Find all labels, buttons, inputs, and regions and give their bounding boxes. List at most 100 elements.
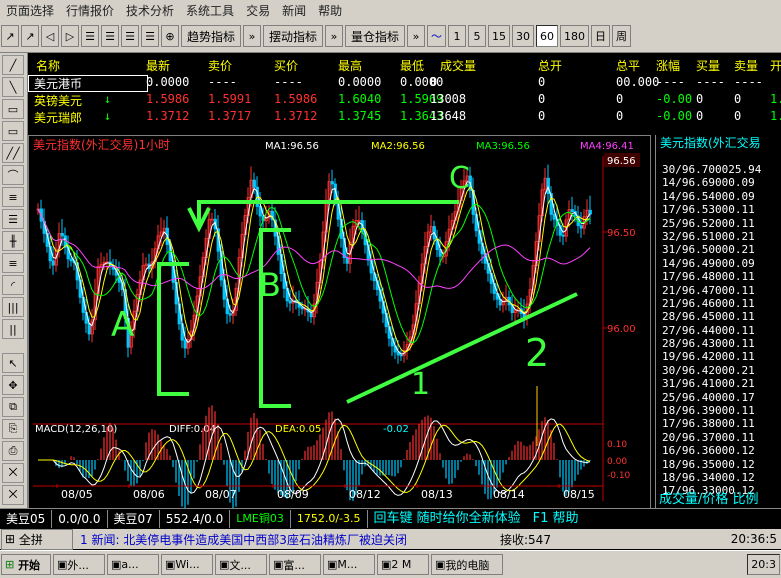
rect2-tool-icon[interactable]: ▭ xyxy=(2,121,24,141)
macd-tick: -0.10 xyxy=(607,471,631,481)
status-symbol-2[interactable]: 美豆07 xyxy=(108,510,160,528)
ray-tool-icon[interactable]: ╲ xyxy=(2,77,24,97)
price-chart[interactable]: 美元指数(外汇交易)1小时 MA1:96.56 MA2:96.56 MA3:96.56… xyxy=(29,136,650,519)
zoom-icon[interactable]: ⊕ xyxy=(161,25,179,47)
quote-cell-askvol: ---- xyxy=(734,75,763,89)
period-button-7[interactable]: 周 xyxy=(612,25,632,47)
period-button-5[interactable]: 180 xyxy=(560,25,590,47)
menu-item-4[interactable]: 交易 xyxy=(240,2,276,19)
tick-row: 16/96.36000.12 xyxy=(656,444,781,457)
more-button-3[interactable]: » xyxy=(407,25,426,47)
oscillator-indicator-button[interactable]: 摆动指标 xyxy=(263,25,324,47)
quote-row[interactable]: 美元港币 0.0000 ---- ---- 0.0000 0.0000 0 0 00.000 --… xyxy=(28,75,763,92)
copy-icon[interactable]: ⧉ xyxy=(2,397,24,417)
taskbar-item[interactable]: ▣ Wi... xyxy=(161,554,213,575)
fib-tool-icon[interactable]: ≡ xyxy=(2,187,24,207)
bar4-icon[interactable]: ☰ xyxy=(141,25,159,47)
news-ticker[interactable]: 1 新闻: 北美停电事件造成美国中西部3座石油精炼厂被迫关闭 xyxy=(74,531,500,548)
period-button-3[interactable]: 30 xyxy=(512,25,535,47)
more-button-2[interactable]: » xyxy=(325,25,344,47)
period-button-4[interactable]: 60 xyxy=(536,25,559,47)
draw-icon[interactable]: ↗ xyxy=(1,25,19,47)
paste-icon[interactable]: ⎘ xyxy=(2,419,24,439)
scroll-right-icon[interactable]: ▷ xyxy=(61,25,79,47)
status-symbol-1[interactable]: 美豆05 xyxy=(0,510,53,528)
lines-tool-icon[interactable]: ≡ xyxy=(2,253,24,273)
more-button-1[interactable]: » xyxy=(243,25,262,47)
taskbar-item[interactable]: ▣ M... xyxy=(323,554,375,575)
quote-cell-high: 1.6040 xyxy=(338,92,382,106)
menu-item-5[interactable]: 新闻 xyxy=(276,2,312,19)
candle xyxy=(552,214,556,220)
tick-volume: 0.17 xyxy=(728,390,755,404)
taskbar-label: 外... xyxy=(67,558,89,572)
tick-price: 14/96.4900 xyxy=(662,256,729,270)
period-button-2[interactable]: 15 xyxy=(488,25,511,47)
vbar-tool-icon[interactable]: ||| xyxy=(2,297,24,317)
bar3-icon[interactable]: ☰ xyxy=(121,25,139,47)
menu-item-1[interactable]: 行情报价 xyxy=(60,2,120,19)
bar-icon[interactable]: ☰ xyxy=(81,25,99,47)
delete-icon[interactable]: ⨉ xyxy=(2,463,24,483)
circle-tool-icon[interactable]: ◜ xyxy=(2,275,24,295)
tick-row: 25/96.52000.11 xyxy=(656,217,781,230)
ime-indicator[interactable]: ⊞ 全拼 xyxy=(1,528,73,550)
tick-volume: 0.11 xyxy=(728,337,755,351)
cross-tool-icon[interactable]: ╫ xyxy=(2,231,24,251)
start-button[interactable]: ⊞ 开始 xyxy=(1,554,51,575)
x-tick-label: 08/07 xyxy=(205,488,237,501)
ma1-label: MA1:96.56 xyxy=(265,141,319,152)
taskbar-item[interactable]: ▣ 文... xyxy=(215,554,267,575)
quote-cell-close_total: 0 xyxy=(616,109,624,123)
cursor-icon[interactable]: ↖ xyxy=(2,353,24,373)
menu-item-2[interactable]: 技术分析 xyxy=(120,2,180,19)
x-tick-label: 08/14 xyxy=(493,488,525,501)
trend-indicator-button[interactable]: 趋势指标 xyxy=(181,25,242,47)
toolbar: ↗ ↗ ◁ ▷ ☰ ☰ ☰ ☰ ⊕ 趋势指标 » 摆动指标 » 量仓指标 » 〜… xyxy=(0,20,781,53)
x-tick-label: 08/15 xyxy=(563,488,595,501)
period-button-6[interactable]: 日 xyxy=(591,25,611,47)
period-button-0[interactable]: 1 xyxy=(448,25,467,47)
quote-cell-askvol: 0 xyxy=(734,109,742,123)
taskbar-item[interactable]: ▣ 2 M xyxy=(377,554,429,575)
vbar2-tool-icon[interactable]: || xyxy=(2,319,24,339)
tick-row: 20/96.37000.11 xyxy=(656,431,781,444)
candle xyxy=(588,209,592,215)
app-icon: ▣ xyxy=(327,558,338,571)
taskbar-item[interactable]: ▣ 外... xyxy=(53,554,105,575)
scroll-left-icon[interactable]: ◁ xyxy=(41,25,59,47)
line-tool-icon[interactable]: ╱ xyxy=(2,55,24,75)
taskbar-label: 2 M xyxy=(391,558,412,571)
macd-tick: 0.10 xyxy=(607,440,627,450)
quote-row[interactable]: 英镑美元 ↓ 1.5986 1.5991 1.5986 1.6040 1.5969 13008… xyxy=(28,92,781,109)
move-icon[interactable]: ✥ xyxy=(2,375,24,395)
close-icon[interactable]: ⨉ xyxy=(2,485,24,505)
tick-price: 25/96.5200 xyxy=(662,216,729,230)
arc-tool-icon[interactable]: ⌒ xyxy=(2,165,24,185)
tick-panel-footer: 成交量/价格 比例 xyxy=(659,492,759,507)
channel-tool-icon[interactable]: ╱╱ xyxy=(2,143,24,163)
taskbar-item[interactable]: ▣ 富... xyxy=(269,554,321,575)
rect-tool-icon[interactable]: ▭ xyxy=(2,99,24,119)
taskbar-item[interactable]: ▣ a... xyxy=(107,554,159,575)
volume-indicator-button[interactable]: 量仓指标 xyxy=(345,25,406,47)
quote-cell-bid: ---- xyxy=(274,75,303,89)
tick-row: 31/96.50000.21 xyxy=(656,243,781,256)
tick-price: 30/96.4200 xyxy=(662,363,729,377)
period-button-1[interactable]: 5 xyxy=(468,25,487,47)
line-chart-icon[interactable]: 〜 xyxy=(427,25,447,47)
gann-tool-icon[interactable]: ☰ xyxy=(2,209,24,229)
menu-item-3[interactable]: 系统工具 xyxy=(180,2,240,19)
x-tick-label: 08/12 xyxy=(349,488,381,501)
menu-item-6[interactable]: 帮助 xyxy=(312,2,348,19)
draw2-icon[interactable]: ↗ xyxy=(21,25,39,47)
annotation-label: B xyxy=(259,266,281,304)
bar2-icon[interactable]: ☰ xyxy=(101,25,119,47)
quote-row[interactable]: 美元瑞郎 ↓ 1.3712 1.3717 1.3712 1.3745 1.3643 13648… xyxy=(28,109,781,126)
menu-item-0[interactable]: 页面选择 xyxy=(0,2,60,19)
print-icon[interactable]: ⎙ xyxy=(2,441,24,461)
taskbar-item[interactable]: ▣ 我的电脑 xyxy=(431,554,503,575)
news-clock: 20:36:5 xyxy=(730,532,777,546)
status-symbol-3[interactable]: LME铜03 xyxy=(230,510,291,528)
arrow-down-icon: ↓ xyxy=(104,92,112,106)
